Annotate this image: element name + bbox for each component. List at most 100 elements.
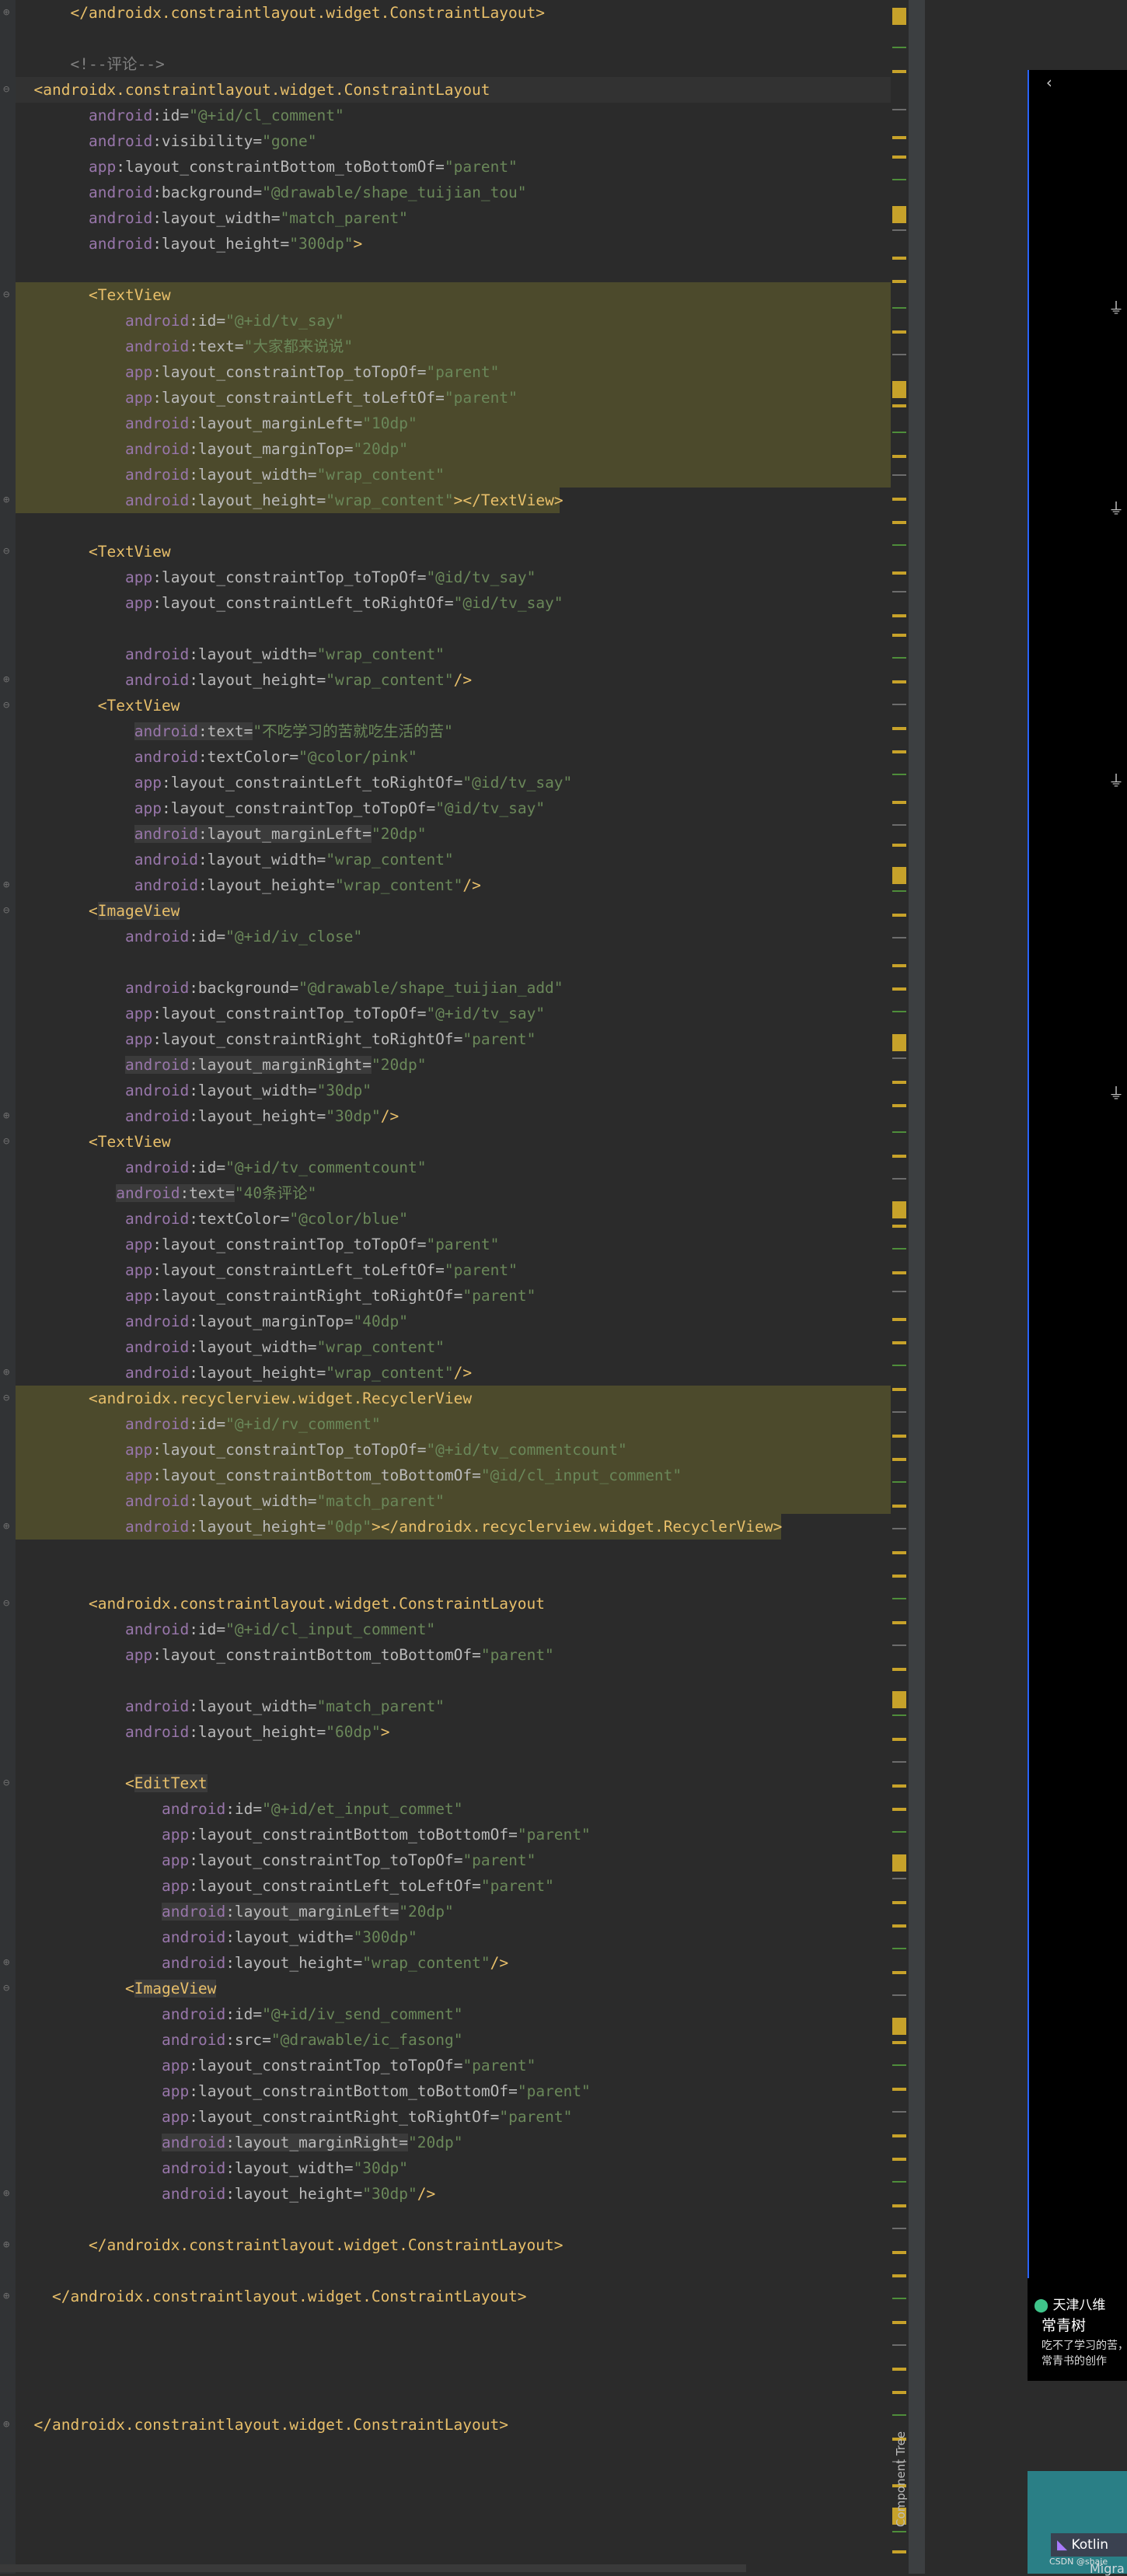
code-line[interactable]: android:layout_height="300dp"> bbox=[89, 231, 894, 257]
error-marker[interactable] bbox=[892, 1178, 906, 1180]
code-line[interactable]: android:layout_height="wrap_content"></T… bbox=[125, 488, 894, 513]
error-marker[interactable] bbox=[892, 1318, 906, 1321]
code-line[interactable]: app:layout_constraintTop_toTopOf="@id/tv… bbox=[134, 795, 894, 821]
code-line[interactable]: android:layout_marginLeft="20dp" bbox=[134, 821, 894, 847]
error-marker[interactable] bbox=[892, 2321, 906, 2324]
error-marker[interactable] bbox=[892, 824, 906, 826]
error-marker[interactable] bbox=[892, 1621, 906, 1624]
error-marker[interactable] bbox=[892, 2274, 906, 2277]
error-marker[interactable] bbox=[892, 1388, 906, 1391]
error-marker[interactable] bbox=[892, 964, 906, 967]
code-line[interactable] bbox=[16, 1745, 894, 1770]
code-line[interactable]: app:layout_constraintLeft_toRightOf="@id… bbox=[125, 590, 894, 616]
error-marker[interactable] bbox=[892, 2158, 906, 2161]
code-line[interactable] bbox=[16, 1565, 894, 1591]
error-marker[interactable] bbox=[892, 109, 906, 110]
code-line[interactable] bbox=[16, 2335, 894, 2361]
error-marker[interactable] bbox=[892, 498, 906, 501]
fold-icon[interactable]: ⊕ bbox=[3, 2188, 12, 2199]
error-marker[interactable] bbox=[892, 657, 906, 659]
error-marker[interactable] bbox=[892, 1551, 906, 1554]
code-line[interactable] bbox=[16, 513, 894, 539]
error-marker[interactable] bbox=[892, 2181, 906, 2183]
error-marker[interactable] bbox=[892, 2368, 906, 2371]
error-marker[interactable] bbox=[892, 1271, 906, 1274]
code-line[interactable]: android:layout_marginRight="20dp" bbox=[125, 1052, 894, 1078]
fold-icon[interactable]: ⊖ bbox=[3, 1136, 12, 1147]
code-line[interactable]: app:layout_constraintLeft_toLeftOf="pare… bbox=[125, 385, 894, 411]
fold-icon[interactable]: ⊕ bbox=[3, 1367, 12, 1378]
component-tree-tab[interactable]: Component Tree bbox=[894, 2431, 909, 2527]
error-marker[interactable] bbox=[892, 136, 906, 139]
code-line[interactable]: android:layout_height="60dp"> bbox=[125, 1719, 894, 1745]
error-marker[interactable] bbox=[892, 680, 906, 683]
fold-icon[interactable]: ⊕ bbox=[3, 495, 12, 505]
code-line[interactable]: </androidx.constraintlayout.widget.Const… bbox=[89, 2232, 894, 2258]
code-line[interactable]: android:src="@drawable/ic_fasong" bbox=[162, 2027, 894, 2053]
error-marker[interactable] bbox=[892, 156, 906, 159]
code-line[interactable]: app:layout_constraintLeft_toRightOf="@id… bbox=[134, 770, 894, 795]
code-line[interactable] bbox=[16, 949, 894, 975]
code-line[interactable] bbox=[16, 2309, 894, 2335]
code-line[interactable]: android:layout_width="30dp" bbox=[125, 1078, 894, 1103]
code-line[interactable]: android:textColor="@color/blue" bbox=[125, 1206, 894, 1232]
code-line[interactable]: android:visibility="gone" bbox=[89, 128, 894, 154]
code-line[interactable] bbox=[16, 2361, 894, 2386]
error-marker[interactable] bbox=[892, 229, 906, 231]
error-marker[interactable] bbox=[892, 179, 906, 180]
code-line[interactable]: </androidx.constraintlayout.widget.Const… bbox=[52, 2284, 894, 2309]
code-line[interactable]: app:layout_constraintTop_toTopOf="@+id/t… bbox=[125, 1001, 894, 1026]
error-marker[interactable] bbox=[892, 1854, 906, 1872]
error-marker[interactable] bbox=[892, 1225, 906, 1228]
error-marker[interactable] bbox=[892, 2088, 906, 2091]
code-line[interactable]: android:id="@+id/tv_commentcount" bbox=[125, 1155, 894, 1180]
error-marker[interactable] bbox=[892, 1341, 906, 1344]
error-marker[interactable] bbox=[892, 1528, 906, 1529]
error-marker[interactable] bbox=[892, 2111, 906, 2113]
error-marker[interactable] bbox=[892, 381, 906, 398]
error-marker[interactable] bbox=[892, 1365, 906, 1366]
error-marker[interactable] bbox=[892, 1081, 906, 1084]
error-marker[interactable] bbox=[892, 1411, 906, 1413]
error-marker[interactable] bbox=[892, 634, 906, 637]
error-marker[interactable] bbox=[892, 2251, 906, 2254]
code-line[interactable] bbox=[16, 2258, 894, 2284]
fold-icon[interactable]: ⊕ bbox=[3, 2291, 12, 2302]
fold-icon[interactable]: ⊕ bbox=[3, 879, 12, 890]
error-marker[interactable] bbox=[892, 2391, 906, 2394]
error-marker[interactable] bbox=[892, 914, 906, 917]
code-line[interactable]: android:background="@drawable/shape_tuij… bbox=[125, 975, 894, 1001]
error-marker[interactable] bbox=[892, 544, 906, 546]
error-stripe-scrollbar[interactable] bbox=[891, 0, 908, 2574]
error-marker[interactable] bbox=[892, 1131, 906, 1133]
error-marker[interactable] bbox=[892, 937, 906, 938]
code-line[interactable]: android:layout_marginRight="20dp" bbox=[162, 2130, 894, 2155]
code-line[interactable]: android:layout_width="match_parent" bbox=[89, 205, 894, 231]
error-marker[interactable] bbox=[892, 1784, 906, 1788]
code-line[interactable]: app:layout_constraintBottom_toBottomOf="… bbox=[89, 154, 894, 180]
code-line[interactable]: app:layout_constraintTop_toTopOf="parent… bbox=[125, 359, 894, 385]
code-line[interactable]: app:layout_constraintRight_toRightOf="pa… bbox=[125, 1283, 894, 1309]
error-marker[interactable] bbox=[892, 1011, 906, 1012]
error-marker[interactable] bbox=[892, 2414, 906, 2416]
code-line[interactable]: android:id="@+id/iv_send_comment" bbox=[162, 2001, 894, 2027]
error-marker[interactable] bbox=[892, 2134, 906, 2137]
error-marker[interactable] bbox=[892, 455, 906, 458]
code-line[interactable] bbox=[16, 2386, 894, 2412]
code-line[interactable]: android:layout_height="0dp"></androidx.r… bbox=[125, 1514, 894, 1540]
code-line[interactable]: app:layout_constraintTop_toTopOf="@id/tv… bbox=[125, 564, 894, 590]
code-line[interactable]: android:layout_marginLeft="20dp" bbox=[162, 1899, 894, 1924]
code-line[interactable]: android:layout_height="wrap_content"/> bbox=[125, 667, 894, 693]
fold-icon[interactable]: ⊕ bbox=[3, 2239, 12, 2250]
device-preview[interactable]: ‹ ⏚ ⏚ ⏚ ⏚ bbox=[1028, 70, 1127, 2381]
second-device-preview[interactable]: ◣ Kotlin CSDN @shaje Migra bbox=[1028, 2471, 1127, 2576]
error-marker[interactable] bbox=[892, 704, 906, 705]
code-line[interactable]: android:layout_marginTop="40dp" bbox=[125, 1309, 894, 1334]
error-marker[interactable] bbox=[892, 1924, 906, 1928]
code-line[interactable]: android:id="@+id/rv_comment" bbox=[125, 1411, 894, 1437]
error-marker[interactable] bbox=[892, 1034, 906, 1051]
error-marker[interactable] bbox=[892, 1435, 906, 1438]
code-line[interactable]: android:layout_width="wrap_content" bbox=[134, 847, 894, 872]
code-line[interactable]: android:textColor="@color/pink" bbox=[134, 744, 894, 770]
error-marker[interactable] bbox=[892, 890, 906, 892]
